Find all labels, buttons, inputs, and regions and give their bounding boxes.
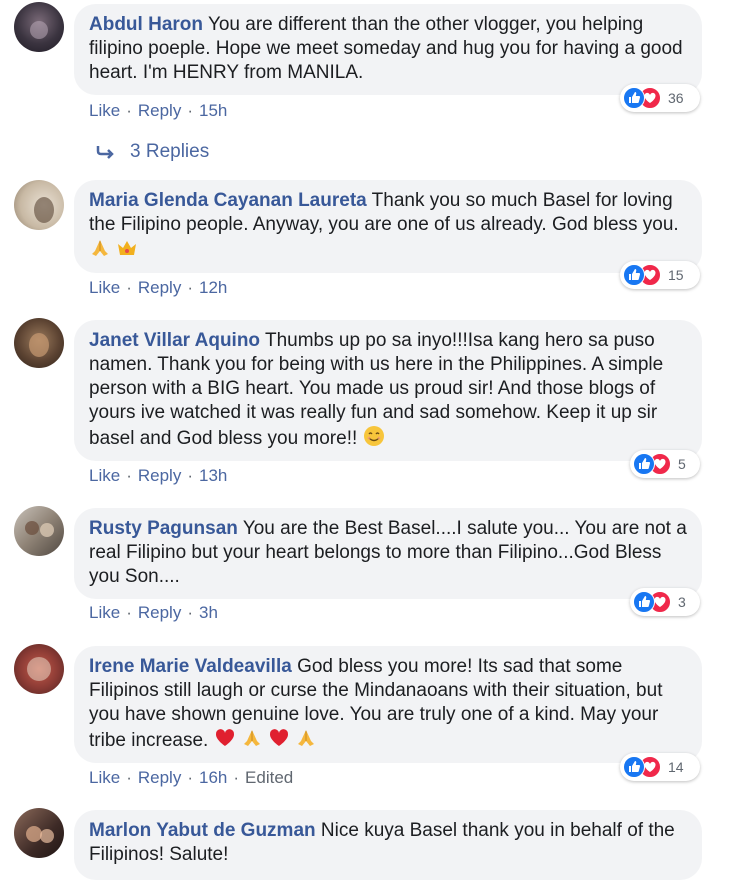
comment-author[interactable]: Abdul Haron — [89, 14, 203, 35]
reaction-count[interactable]: 3 — [630, 588, 700, 616]
reaction-count[interactable]: 15 — [620, 261, 700, 289]
separator: · — [126, 466, 132, 485]
comment-actions: Like · Reply · 16h · Edited — [89, 768, 293, 788]
avatar-image — [30, 21, 48, 39]
reply-link[interactable]: Reply — [138, 466, 181, 486]
like-link[interactable]: Like — [89, 603, 120, 623]
reply-link[interactable]: Reply — [138, 768, 181, 788]
comment-actions: Like · Reply · 15h — [89, 101, 227, 121]
reaction-number: 15 — [668, 267, 684, 283]
comment-author[interactable]: Irene Marie Valdeavilla — [89, 656, 292, 677]
comment-bubble: Marlon Yabut de Guzman Nice kuya Basel t… — [74, 810, 702, 880]
avatar[interactable] — [14, 2, 64, 52]
reply-link[interactable]: Reply — [138, 278, 181, 298]
like-link[interactable]: Like — [89, 278, 120, 298]
like-reaction-icon — [633, 591, 655, 613]
red-heart-emoji — [215, 729, 234, 746]
reaction-icons — [623, 86, 663, 110]
avatar-image — [25, 521, 54, 537]
separator: · — [126, 101, 132, 120]
comment-bubble: Abdul Haron You are different than the o… — [74, 4, 702, 95]
like-reaction-icon — [633, 453, 655, 475]
separator: · — [126, 603, 132, 622]
reaction-number: 3 — [678, 594, 686, 610]
crown-emoji — [118, 241, 137, 255]
timestamp[interactable]: 13h — [199, 466, 227, 486]
reaction-count[interactable]: 5 — [630, 450, 700, 478]
avatar[interactable] — [14, 506, 64, 556]
replies-label[interactable]: 3 Replies — [130, 141, 209, 163]
red-heart-emoji — [270, 729, 289, 746]
avatar-image — [26, 826, 54, 843]
separator: · — [187, 101, 193, 120]
separator: · — [187, 278, 193, 297]
separator: · — [187, 768, 193, 787]
smiling-face-emoji — [363, 426, 384, 446]
reaction-icons — [633, 590, 673, 614]
comment-bubble: Janet Villar Aquino Thumbs up po sa inyo… — [74, 320, 702, 461]
avatar[interactable] — [14, 180, 64, 230]
separator: · — [187, 603, 193, 622]
separator: · — [187, 466, 193, 485]
like-link[interactable]: Like — [89, 466, 120, 486]
reaction-count[interactable]: 36 — [620, 84, 700, 112]
timestamp[interactable]: 12h — [199, 278, 227, 298]
avatar[interactable] — [14, 644, 64, 694]
reaction-count[interactable]: 14 — [620, 753, 700, 781]
comment-author[interactable]: Janet Villar Aquino — [89, 330, 260, 351]
comment-author[interactable]: Rusty Pagunsan — [89, 518, 238, 539]
comment-author[interactable]: Marlon Yabut de Guzman — [89, 820, 316, 841]
reaction-number: 14 — [668, 759, 684, 775]
comment-actions: Like · Reply · 12h — [89, 278, 227, 298]
like-link[interactable]: Like — [89, 768, 120, 788]
reaction-icons — [623, 263, 663, 287]
edited-label[interactable]: Edited — [245, 768, 293, 788]
reaction-number: 36 — [668, 90, 684, 106]
reaction-number: 5 — [678, 456, 686, 472]
folded-hands-emoji — [243, 730, 260, 746]
timestamp[interactable]: 16h — [199, 768, 227, 788]
comment-bubble: Maria Glenda Cayanan Laureta Thank you s… — [74, 180, 702, 273]
comment-actions: Like · Reply · 13h — [89, 466, 227, 486]
separator: · — [126, 768, 132, 787]
comment-bubble: Rusty Pagunsan You are the Best Basel...… — [74, 508, 702, 599]
comment-author[interactable]: Maria Glenda Cayanan Laureta — [89, 190, 367, 211]
comment-bubble: Irene Marie Valdeavilla God bless you mo… — [74, 646, 702, 763]
avatar[interactable] — [14, 808, 64, 858]
folded-hands-emoji — [92, 240, 108, 256]
avatar-image — [27, 657, 51, 681]
folded-hands-emoji — [298, 730, 315, 746]
separator: · — [233, 768, 240, 787]
reaction-icons — [623, 755, 663, 779]
comment-actions: Like · Reply · 3h — [89, 603, 218, 623]
reply-link[interactable]: Reply — [138, 101, 181, 121]
like-link[interactable]: Like — [89, 101, 120, 121]
like-reaction-icon — [623, 87, 645, 109]
reply-link[interactable]: Reply — [138, 603, 181, 623]
timestamp[interactable]: 15h — [199, 101, 227, 121]
avatar[interactable] — [14, 318, 64, 368]
view-replies-link[interactable]: 3 Replies — [96, 141, 209, 163]
like-reaction-icon — [623, 756, 645, 778]
reply-arrow-icon — [96, 146, 114, 159]
avatar-image — [34, 197, 54, 223]
timestamp[interactable]: 3h — [199, 603, 218, 623]
reaction-icons — [633, 452, 673, 476]
separator: · — [126, 278, 132, 297]
avatar-image — [29, 333, 49, 357]
like-reaction-icon — [623, 264, 645, 286]
